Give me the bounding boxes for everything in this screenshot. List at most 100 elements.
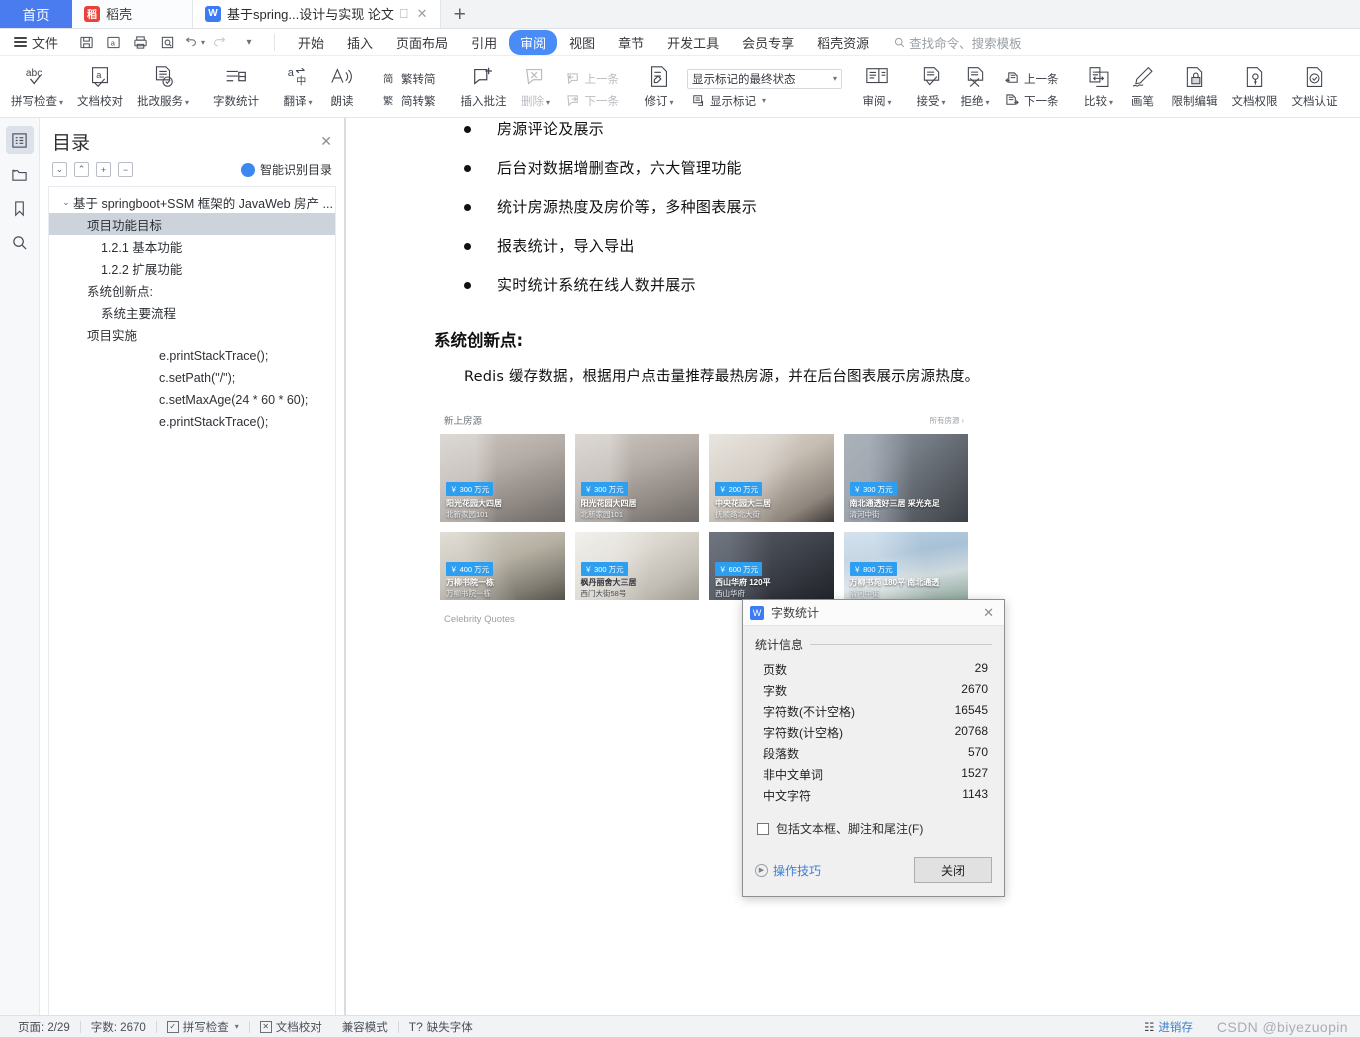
outline-item-1-2-1[interactable]: 1.2.1 基本功能 (49, 235, 335, 257)
compat-mode-status[interactable]: 兼容模式 (332, 1019, 398, 1035)
missing-font-status[interactable]: T? 缺失字体 (399, 1019, 483, 1035)
previous-change-button[interactable]: 上一条 (1000, 69, 1064, 89)
outline-item-label: 项目实施 (87, 328, 138, 343)
include-textbox-checkbox[interactable]: 包括文本框、脚注和尾注(F) (757, 820, 992, 837)
thumbnail-panel-icon[interactable] (6, 160, 34, 188)
close-button[interactable]: 关闭 (914, 857, 992, 883)
tab-references[interactable]: 引用 (460, 30, 508, 55)
reject-change-button[interactable]: 拒绝 ▾ (953, 58, 997, 117)
checkbox-icon[interactable] (757, 822, 769, 835)
previous-comment-button[interactable]: 上一条 (561, 69, 625, 89)
outline-item-project-goals[interactable]: 项目功能目标 (49, 213, 335, 235)
outline-item-code-4[interactable]: e.printStackTrace(); (49, 411, 335, 433)
file-menu-button[interactable]: 文件 (6, 31, 66, 54)
outline-item-code-1[interactable]: e.printStackTrace(); (49, 345, 335, 367)
stat-label: 中文字符 (763, 789, 812, 803)
outline-item-1-2-2[interactable]: 1.2.2 扩展功能 (49, 257, 335, 279)
tips-link[interactable]: ▶ 操作技巧 (755, 862, 821, 879)
outline-item-label: e.printStackTrace(); (159, 349, 269, 363)
close-icon[interactable]: ✕ (320, 133, 332, 150)
close-icon[interactable]: ✕ (980, 605, 997, 621)
tab-view[interactable]: 视图 (558, 30, 606, 55)
outline-item-main-flow[interactable]: 系统主要流程 (49, 301, 335, 323)
simp-to-trad-button[interactable]: 繁 简转繁 (377, 91, 441, 111)
next-change-button[interactable]: 下一条 (1000, 91, 1064, 111)
reviewing-pane-button[interactable]: 审阅 ▾ (855, 58, 899, 117)
undo-icon[interactable]: ▾ (182, 31, 206, 53)
track-changes-button[interactable]: 修订 ▾ (637, 58, 681, 117)
tab-docer-resource[interactable]: 稻壳资源 (806, 30, 880, 55)
correction-service-button[interactable]: 批改服务 ▾ (130, 58, 196, 117)
outline-item-code-3[interactable]: c.setMaxAge(24 * 60 * 60); (49, 389, 335, 411)
tab-member[interactable]: 会员专享 (731, 30, 805, 55)
word-count-button[interactable]: 字数统计 (206, 58, 266, 117)
tab-start[interactable]: 开始 (287, 30, 335, 55)
chevron-down-icon[interactable]: ⌄ (59, 197, 73, 208)
redo-icon[interactable] (209, 31, 233, 53)
tab-developer[interactable]: 开发工具 (656, 30, 730, 55)
translate-button[interactable]: a中 翻译 ▾ (276, 58, 320, 117)
expand-down-button[interactable]: ⌄ (52, 162, 67, 177)
insert-comment-button[interactable]: 插入批注 (454, 58, 514, 117)
doc-extra-button[interactable]: 文 (1345, 58, 1360, 117)
spell-check-button[interactable]: abc 拼写检查 ▾ (4, 58, 70, 117)
command-search[interactable]: 查找命令、搜索模板 (894, 33, 1022, 52)
stat-value: 1527 (961, 766, 988, 780)
spell-check-status-label: 拼写检查 (182, 1021, 229, 1034)
outline-item-label: c.setMaxAge(24 * 60 * 60); (159, 393, 309, 407)
expand-all-button[interactable]: + (96, 162, 111, 177)
collapse-up-button[interactable]: ⌃ (74, 162, 89, 177)
outline-item-implementation[interactable]: 项目实施 (49, 323, 335, 345)
smart-outline-button[interactable]: 智能识别目录 (240, 161, 332, 178)
compare-label: 比较 (1084, 96, 1108, 108)
new-tab-button[interactable]: + (441, 4, 479, 25)
stat-row: 中文字符 1143 (755, 785, 992, 806)
spell-check-status[interactable]: ✓ 拼写检查 ▾ (157, 1019, 249, 1035)
outline-item-code-2[interactable]: c.setPath("/"); (49, 367, 335, 389)
save-as-icon[interactable]: a (101, 31, 125, 53)
tab-review[interactable]: 审阅 (509, 29, 558, 55)
tab-section[interactable]: 章节 (607, 30, 655, 55)
correction-service-label: 批改服务 (137, 96, 184, 108)
next-comment-button[interactable]: 下一条 (561, 91, 625, 111)
document-canvas[interactable]: 房源评论及展示 后台对数据增删查改，六大管理功能 统计房源热度及房价等，多种图表… (345, 118, 1360, 1015)
delete-comment-button[interactable]: 删除 ▾ (514, 58, 558, 117)
word-count-indicator[interactable]: 字数: 2670 (81, 1019, 156, 1035)
accept-change-button[interactable]: 接受 ▾ (909, 58, 953, 117)
search-panel-icon[interactable] (6, 228, 34, 256)
tab-insert[interactable]: 插入 (336, 30, 384, 55)
bookmark-panel-icon[interactable] (6, 194, 34, 222)
chevron-down-icon[interactable]: ▾ (235, 1022, 239, 1031)
print-icon[interactable] (128, 31, 152, 53)
close-icon[interactable]: ✕ (417, 6, 428, 22)
erp-status[interactable]: ☷ 进销存 (1134, 1019, 1203, 1035)
customize-toolbar-icon[interactable]: ▾ (236, 31, 260, 53)
tips-label: 操作技巧 (773, 863, 822, 878)
page-indicator[interactable]: 页面: 2/29 (8, 1019, 80, 1035)
show-markup-button[interactable]: 显示标记 ▾ (687, 91, 842, 111)
tab-docer[interactable]: 稻 稻壳 (72, 0, 192, 28)
proofread-button[interactable]: a 文档校对 (70, 58, 130, 117)
trad-to-simp-button[interactable]: 简 繁转简 (377, 69, 441, 89)
markup-display-select[interactable]: 显示标记的最终状态 ▾ (687, 68, 843, 89)
proofread-status[interactable]: ✕ 文档校对 (250, 1019, 332, 1035)
pen-button[interactable]: 画笔 (1121, 58, 1165, 117)
tab-home[interactable]: 首页 (0, 0, 72, 28)
collapse-all-button[interactable]: − (118, 162, 133, 177)
doc-permission-button[interactable]: 文档权限 (1225, 58, 1285, 117)
tab-page-layout[interactable]: 页面布局 (385, 30, 459, 55)
compare-button[interactable]: 比较 ▾ (1077, 58, 1121, 117)
outline-item-root[interactable]: ⌄ 基于 springboot+SSM 框架的 JavaWeb 房产 ... (49, 191, 335, 213)
doc-certify-button[interactable]: 文档认证 (1285, 58, 1345, 117)
screen-cast-icon[interactable]: ⎕ (400, 6, 408, 22)
print-preview-icon[interactable] (155, 31, 179, 53)
outline-item-innovation[interactable]: 系统创新点: (49, 279, 335, 301)
dialog-title-bar[interactable]: W 字数统计 ✕ (743, 600, 1004, 626)
tab-document[interactable]: W 基于spring...设计与实现 论文 ⎕ ✕ (192, 0, 441, 28)
restrict-edit-button[interactable]: 限制编辑 (1165, 58, 1225, 117)
listing-subtitle: 西山华府 (715, 589, 745, 598)
read-aloud-button[interactable]: 朗读 (320, 58, 364, 117)
show-markup-icon (693, 94, 704, 106)
save-icon[interactable] (74, 31, 98, 53)
outline-panel-icon[interactable] (5, 126, 34, 154)
